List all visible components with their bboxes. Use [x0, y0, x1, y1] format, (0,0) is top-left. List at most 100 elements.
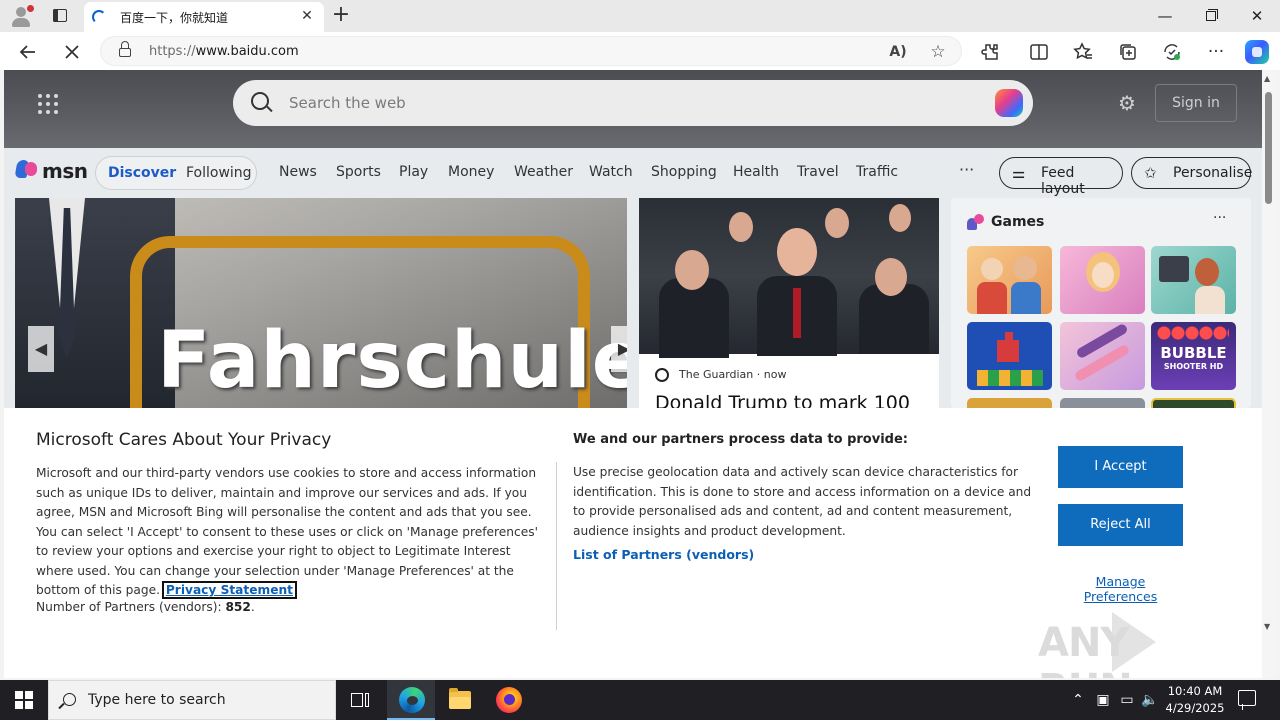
- taskbar-search-placeholder[interactable]: Type here to search: [88, 692, 226, 708]
- game-tile[interactable]: [967, 246, 1052, 314]
- news-headline[interactable]: Donald Trump to mark 100: [655, 392, 910, 408]
- window-minimize-button[interactable]: —: [1142, 0, 1188, 32]
- reject-all-button[interactable]: Reject All: [1058, 504, 1183, 546]
- clock-date: 4/29/2025: [1165, 701, 1225, 715]
- msn-logo[interactable]: msn: [14, 158, 88, 184]
- volume-icon[interactable]: 🔈: [1140, 690, 1160, 710]
- feed-layout-button[interactable]: ⚌ Feed layout: [999, 157, 1123, 197]
- bubble-shooter-tile[interactable]: BUBBLE SHOOTER HD: [1151, 322, 1236, 390]
- copilot-icon[interactable]: [1245, 40, 1269, 64]
- active-tab[interactable]: 百度一下，你就知道 ✕: [84, 2, 324, 32]
- add-favorite-star-icon[interactable]: ☆: [927, 41, 949, 63]
- firefox-taskbar-icon[interactable]: [484, 680, 532, 720]
- game-tile[interactable]: [1060, 246, 1145, 314]
- game-tile[interactable]: [967, 322, 1052, 390]
- nav-sports[interactable]: Sports: [336, 164, 381, 180]
- nav-watch[interactable]: Watch: [589, 164, 633, 180]
- tab-actions-icon[interactable]: [50, 6, 70, 26]
- consent-body: Microsoft and our third-party vendors us…: [36, 466, 538, 599]
- new-tab-button[interactable]: +: [330, 4, 352, 26]
- apps-grid-icon[interactable]: [38, 94, 58, 114]
- nav-health[interactable]: Health: [733, 164, 779, 180]
- nav-weather[interactable]: Weather: [514, 164, 573, 180]
- scroll-thumb[interactable]: [1265, 92, 1272, 204]
- msn-navigation: msn Discover Following News Sports Play …: [4, 148, 1262, 198]
- personalise-star-icon: ✩: [1144, 164, 1157, 182]
- news-card[interactable]: The Guardian · now Donald Trump to mark …: [639, 198, 939, 408]
- news-source: The Guardian · now: [679, 368, 787, 381]
- tab-discover[interactable]: Discover: [108, 165, 176, 181]
- performance-icon[interactable]: [1160, 40, 1184, 64]
- privacy-statement-link[interactable]: Privacy Statement: [161, 581, 297, 599]
- collections-icon[interactable]: [1116, 40, 1140, 64]
- browser-toolbar: https://www.baidu.com A) ☆ ···: [0, 32, 1280, 70]
- nav-play[interactable]: Play: [399, 164, 428, 180]
- consent-divider: [556, 462, 557, 630]
- games-card: Games ··· BUBBLE SHOOTER HD: [951, 198, 1251, 408]
- edge-taskbar-icon[interactable]: [387, 680, 435, 720]
- anyrun-watermark: ANY RUN: [1034, 610, 1234, 678]
- nav-news[interactable]: News: [279, 164, 317, 180]
- page-scrollbar[interactable]: ▲ ▼: [1262, 70, 1276, 678]
- web-search-box[interactable]: Search the web: [233, 80, 1033, 126]
- settings-gear-icon[interactable]: ⚙: [1116, 92, 1138, 114]
- games-icon: [967, 214, 985, 230]
- address-bar[interactable]: https://www.baidu.com A) ☆: [100, 36, 962, 66]
- games-more-button[interactable]: ···: [1213, 210, 1226, 226]
- window-restore-button[interactable]: [1188, 0, 1234, 32]
- extensions-icon[interactable]: [979, 40, 1003, 64]
- game-tile[interactable]: [1151, 398, 1236, 408]
- windows-taskbar: Type here to search ⌃ ▣ ▭ 🔈 10:40 AM 4/2…: [0, 680, 1280, 720]
- network-icon[interactable]: ▭: [1117, 690, 1137, 710]
- windows-start-icon[interactable]: [15, 691, 33, 709]
- sign-in-button[interactable]: Sign in: [1155, 84, 1237, 122]
- partners-count: Number of Partners (vendors): 852.: [36, 600, 255, 614]
- scroll-down-arrow-icon[interactable]: ▼: [1264, 622, 1270, 631]
- lock-icon[interactable]: [119, 41, 131, 57]
- hero-carousel-card[interactable]: Fahrschule ◀ ▶: [15, 198, 627, 408]
- nav-traffic[interactable]: Traffic: [856, 164, 898, 180]
- favorites-icon[interactable]: [1071, 40, 1095, 64]
- url-text[interactable]: https://www.baidu.com: [149, 44, 299, 59]
- back-arrow-icon[interactable]: [16, 40, 40, 64]
- file-explorer-icon[interactable]: [435, 680, 483, 720]
- nav-shopping[interactable]: Shopping: [651, 164, 717, 180]
- search-icon: [251, 92, 269, 110]
- stop-loading-icon[interactable]: [60, 40, 84, 64]
- read-aloud-icon[interactable]: A): [887, 41, 909, 63]
- carousel-next-button[interactable]: ▶: [611, 326, 627, 372]
- games-title[interactable]: Games: [991, 214, 1044, 230]
- game-tile[interactable]: [967, 398, 1052, 408]
- accept-button[interactable]: I Accept: [1058, 446, 1183, 488]
- consent-title: Microsoft Cares About Your Privacy: [36, 430, 332, 450]
- personalise-button[interactable]: ✩ Personalise: [1131, 157, 1252, 189]
- consent-purposes-title: We and our partners process data to prov…: [573, 432, 908, 447]
- profile-avatar-icon[interactable]: [10, 5, 34, 27]
- window-close-button[interactable]: ✕: [1234, 0, 1280, 32]
- search-placeholder[interactable]: Search the web: [289, 94, 406, 112]
- vendors-list-link[interactable]: List of Partners (vendors): [573, 547, 754, 562]
- tray-chevron-up-icon[interactable]: ⌃: [1068, 690, 1088, 710]
- game-tile[interactable]: [1060, 322, 1145, 390]
- more-options-icon[interactable]: ···: [1204, 40, 1228, 64]
- copilot-search-icon[interactable]: [995, 89, 1023, 117]
- nav-more-button[interactable]: ···: [959, 160, 974, 179]
- taskbar-search-box[interactable]: Type here to search: [48, 680, 336, 720]
- nav-travel[interactable]: Travel: [797, 164, 839, 180]
- game-tile[interactable]: [1151, 246, 1236, 314]
- taskbar-clock[interactable]: 10:40 AM 4/29/2025: [1162, 683, 1228, 717]
- tray-device-icon[interactable]: ▣: [1093, 690, 1113, 710]
- split-screen-icon[interactable]: [1027, 40, 1051, 64]
- nav-money[interactable]: Money: [448, 164, 494, 180]
- tab-following[interactable]: Following: [186, 165, 252, 181]
- carousel-prev-button[interactable]: ◀: [28, 326, 54, 372]
- task-view-icon[interactable]: [336, 680, 384, 720]
- tab-close-button[interactable]: ✕: [298, 7, 316, 25]
- scroll-up-arrow-icon[interactable]: ▲: [1264, 74, 1270, 83]
- notification-center-icon[interactable]: [1238, 690, 1256, 710]
- tab-title: 百度一下，你就知道: [120, 11, 229, 25]
- clock-time: 10:40 AM: [1167, 684, 1223, 698]
- page-viewport: Search the web ⚙ Sign in msn Discover Fo…: [4, 70, 1262, 678]
- game-tile[interactable]: [1060, 398, 1145, 408]
- manage-preferences-link[interactable]: Manage Preferences: [1058, 574, 1183, 604]
